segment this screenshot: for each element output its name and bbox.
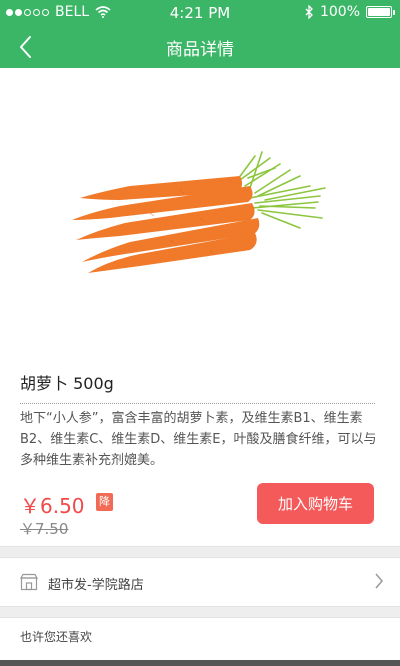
store-icon bbox=[20, 573, 38, 591]
divider bbox=[20, 403, 375, 404]
discount-badge: 降 bbox=[96, 493, 113, 511]
bottom-edge bbox=[0, 660, 400, 666]
battery-percent: 100% bbox=[319, 4, 360, 20]
section-divider-2 bbox=[0, 606, 400, 618]
store-name: 超市发-学院路店 bbox=[48, 578, 144, 593]
chevron-right-icon bbox=[375, 573, 383, 589]
page-title: 商品详情 bbox=[166, 40, 234, 60]
bluetooth-icon bbox=[305, 5, 313, 19]
product-name: 胡萝卜 500g bbox=[20, 374, 114, 393]
nav-bar: 商品详情 bbox=[0, 26, 400, 68]
carrot-image bbox=[72, 151, 326, 273]
product-image bbox=[0, 68, 400, 358]
product-description: 地下“小人参”，富含丰富的胡萝卜素，及维生素B1、维生素B2、维生素C、维生素D… bbox=[20, 411, 377, 468]
section-divider bbox=[0, 546, 400, 558]
add-to-cart-button[interactable]: 加入购物车 bbox=[257, 483, 374, 524]
current-price: ￥6.50 bbox=[20, 494, 85, 518]
status-bar: BELL 4:21 PM 100% bbox=[0, 0, 400, 26]
status-right: 100% bbox=[304, 4, 395, 20]
battery-icon bbox=[366, 6, 395, 18]
original-price: ￥7.50 bbox=[20, 520, 69, 538]
recommend-title: 也许您还喜欢 bbox=[20, 630, 93, 644]
store-row[interactable]: 超市发-学院路店 bbox=[0, 558, 400, 606]
app-header: BELL 4:21 PM 100% 商品详情 bbox=[0, 0, 400, 68]
battery-level bbox=[368, 8, 390, 16]
